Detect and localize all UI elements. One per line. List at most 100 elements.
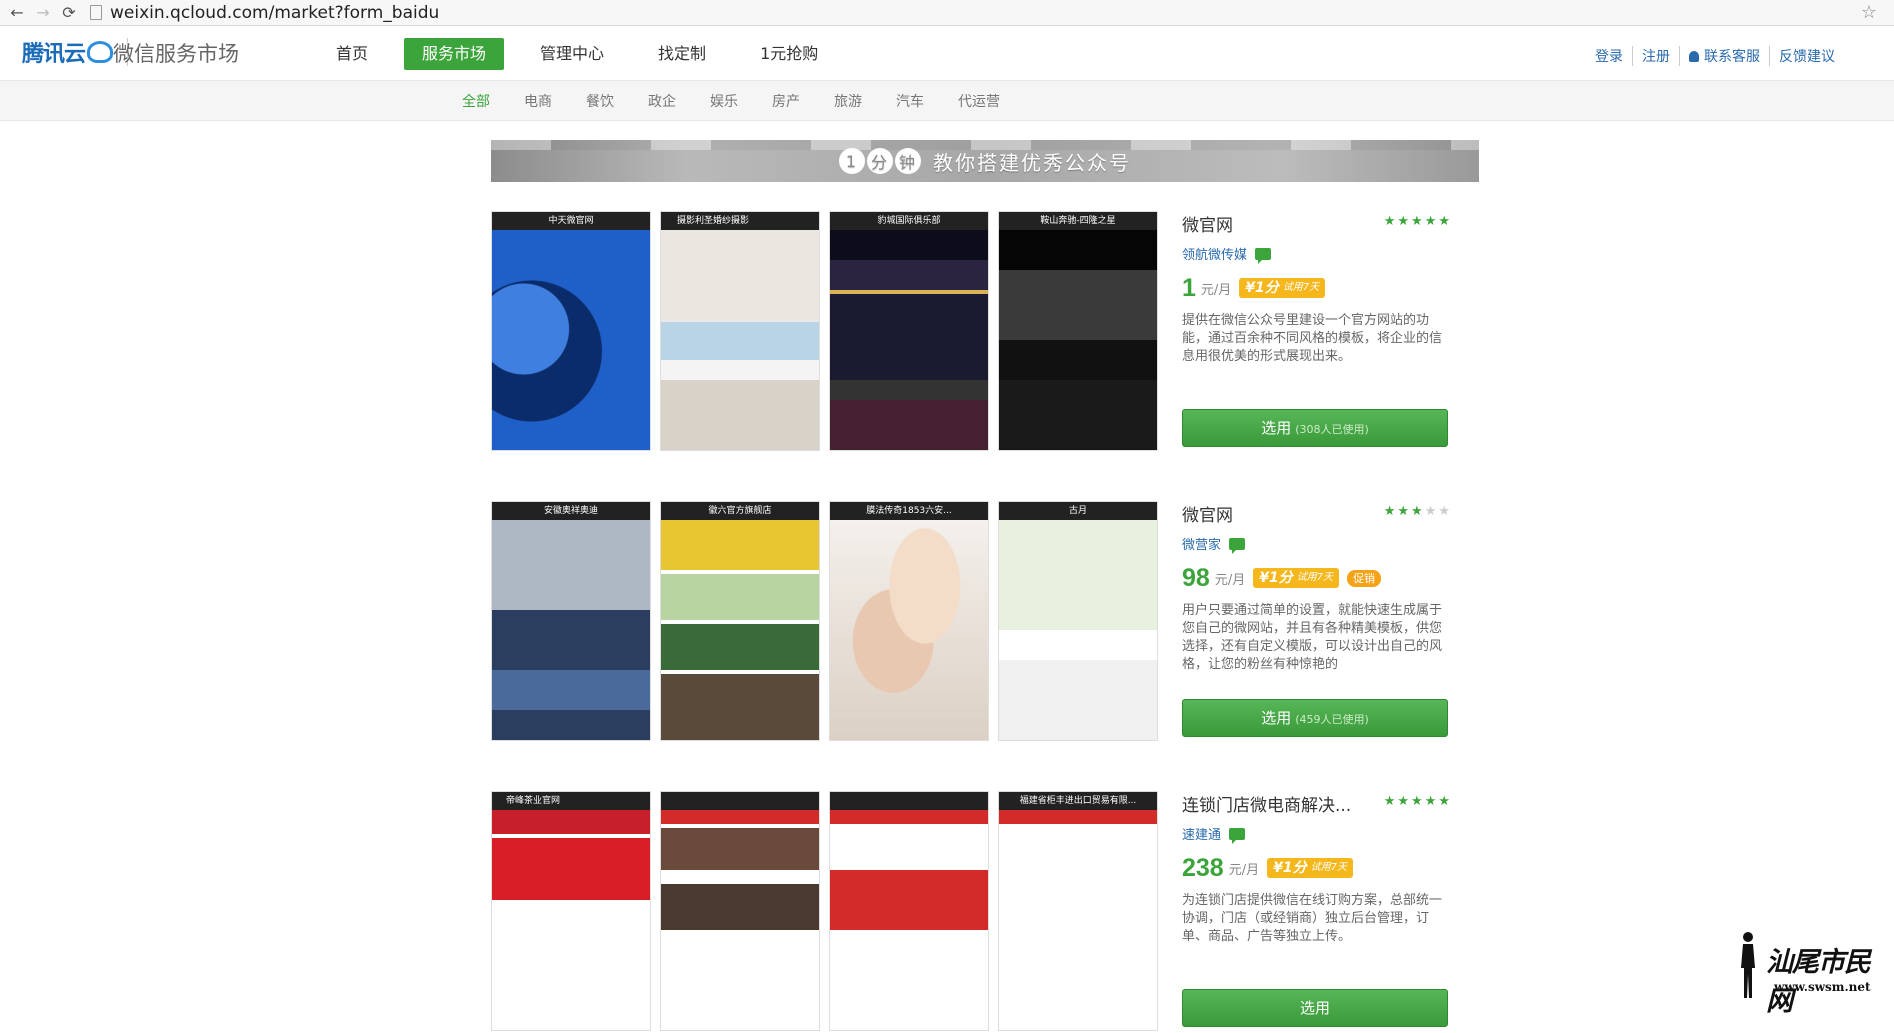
- star-icon: ★: [1411, 214, 1423, 229]
- rating-stars: ★ ★ ★ ★ ★: [1382, 795, 1450, 808]
- template-thumbnail[interactable]: 福建省柜丰进出口贸易有限...: [998, 791, 1158, 1031]
- site-header: 腾讯云 微信服务市场 首页 服务市场 管理中心 找定制 1元抢购 登录 注册 联…: [0, 26, 1894, 81]
- template-thumbnail[interactable]: 豹城国际俱乐部: [829, 211, 989, 451]
- price-unit: 元/月: [1200, 282, 1232, 298]
- banner-char: 钟: [895, 148, 921, 174]
- category-entertainment[interactable]: 娱乐: [710, 91, 738, 111]
- nav-one-yuan-deal[interactable]: 1元抢购: [742, 38, 836, 70]
- category-bar: 全部 电商 餐饮 政企 娱乐 房产 旅游 汽车 代运营: [0, 81, 1894, 121]
- nav-management-center[interactable]: 管理中心: [522, 38, 622, 70]
- template-thumbnail[interactable]: 中天微官网: [491, 211, 651, 451]
- product-description: 为连锁门店提供微信在线订购方案，总部统一协调，门店（或经销商）独立后台管理，订单…: [1182, 893, 1443, 944]
- register-link[interactable]: 注册: [1632, 46, 1679, 66]
- nav-find-custom[interactable]: 找定制: [640, 38, 724, 70]
- template-thumbnail[interactable]: 徽六官方旗舰店: [660, 501, 820, 741]
- logo-text: 腾讯云: [22, 41, 86, 66]
- banner-text-group: 1 分 钟 教你搭建优秀公众号: [839, 147, 1131, 176]
- template-thumbnail[interactable]: 膜法传奇1853六安...: [829, 501, 989, 741]
- vendor-link[interactable]: 速建通: [1182, 824, 1221, 843]
- nav-service-market[interactable]: 服务市场: [404, 38, 505, 70]
- site-name: 微信服务市场: [113, 42, 239, 66]
- promo-banner[interactable]: 1 分 钟 教你搭建优秀公众号: [491, 140, 1479, 182]
- main-nav: 首页 服务市场 管理中心 找定制 1元抢购: [318, 38, 854, 70]
- category-all[interactable]: 全部: [462, 91, 490, 111]
- star-icon: ★: [1397, 794, 1410, 809]
- category-agency[interactable]: 代运营: [958, 91, 1000, 111]
- template-thumbnail[interactable]: [660, 791, 820, 1031]
- thumbnail-title: 徽六官方旗舰店: [661, 502, 819, 520]
- watermark-text: 汕尾市民网: [1766, 947, 1871, 1017]
- thumbnail-title: 帝峰茶业官网: [492, 792, 650, 810]
- price-row: 238 元/月 ¥1分 试用7天: [1182, 854, 1450, 882]
- forward-arrow-icon[interactable]: →: [32, 2, 54, 24]
- nav-home[interactable]: 首页: [318, 38, 386, 70]
- thumbnail-title: 中天微官网: [492, 212, 650, 230]
- browser-toolbar: ← → ⟳ weixin.qcloud.com/market?form_baid…: [0, 0, 1894, 26]
- thumbnail-title: 古月: [999, 502, 1157, 520]
- price-unit: 元/月: [1214, 572, 1246, 588]
- man-silhouette-icon: [1741, 932, 1755, 998]
- star-icon: ★: [1424, 794, 1437, 809]
- reload-icon[interactable]: ⟳: [58, 2, 80, 24]
- cloud-logo-icon: [87, 41, 114, 63]
- template-thumbnail[interactable]: 古月: [998, 501, 1158, 741]
- page-icon: [90, 5, 102, 20]
- product-description: 用户只要通过简单的设置，就能快速生成属于您自己的微网站，并且有各种精美模板，供您…: [1182, 603, 1443, 672]
- star-icon: ★: [1383, 794, 1396, 809]
- address-bar[interactable]: weixin.qcloud.com/market?form_baidu: [90, 2, 1858, 24]
- category-ecommerce[interactable]: 电商: [524, 91, 552, 111]
- thumbnail-title: 福建省柜丰进出口贸易有限...: [999, 792, 1157, 810]
- thumbnail-title: 鞍山奔驰-四隆之星: [999, 212, 1157, 230]
- thumbnail-title: 膜法传奇1853六安...: [830, 502, 988, 520]
- star-icon: ★: [1438, 794, 1450, 809]
- product-card: 安徽奥祥奥迪 徽六官方旗舰店 膜法传奇1853六安... 古月 微官网 ★ ★ ★ ★…: [491, 501, 1451, 743]
- select-label: 选用: [1261, 419, 1292, 437]
- vendor-link[interactable]: 微营家: [1182, 534, 1221, 553]
- select-label: 选用: [1299, 999, 1330, 1017]
- template-thumbnail[interactable]: 鞍山奔驰-四隆之星: [998, 211, 1158, 451]
- select-button[interactable]: 选用: [1182, 989, 1448, 1027]
- category-catering[interactable]: 餐饮: [586, 91, 614, 111]
- price-row: 1 元/月 ¥1分 试用7天: [1182, 274, 1450, 302]
- select-button[interactable]: 选用 (308人已使用): [1182, 409, 1448, 447]
- banner-text: 教你搭建优秀公众号: [933, 150, 1131, 175]
- used-count: (308人已使用): [1295, 423, 1369, 436]
- trial-badge: ¥1分 试用7天: [1253, 568, 1340, 588]
- trial-label: 试用7天: [1310, 862, 1347, 873]
- support-link[interactable]: 联系客服: [1679, 46, 1769, 66]
- half-star-icon: ★: [1438, 214, 1450, 229]
- category-government[interactable]: 政企: [648, 91, 676, 111]
- star-icon: ★: [1424, 214, 1437, 229]
- category-auto[interactable]: 汽车: [896, 91, 924, 111]
- chat-icon[interactable]: [1229, 827, 1246, 844]
- thumbnail-title: [830, 792, 988, 810]
- chat-icon[interactable]: [1255, 247, 1272, 264]
- product-info: 微官网 ★ ★ ★ ★ ★ 领航微传媒 1 元/月 ¥1分 试用7天 提供在微信公众号里建…: [1182, 211, 1450, 447]
- template-thumbnail[interactable]: 帝峰茶业官网: [491, 791, 651, 1031]
- watermark-url: www.swsm.net: [1774, 980, 1871, 994]
- trial-label: 试用7天: [1282, 282, 1320, 293]
- feedback-link[interactable]: 反馈建议: [1769, 46, 1844, 66]
- chat-icon[interactable]: [1229, 537, 1246, 554]
- back-arrow-icon[interactable]: ←: [6, 2, 28, 24]
- url-text: weixin.qcloud.com/market?form_baidu: [110, 2, 440, 23]
- vendor: 速建通: [1182, 824, 1450, 844]
- rating-stars: ★ ★ ★ ★ ★: [1382, 505, 1450, 518]
- trial-label: 试用7天: [1296, 572, 1334, 583]
- template-thumbnail[interactable]: [829, 791, 989, 1031]
- vendor-link[interactable]: 领航微传媒: [1182, 244, 1247, 263]
- price-value: 1: [1182, 273, 1196, 302]
- banner-char: 分: [867, 148, 893, 174]
- price-row: 98 元/月 ¥1分 试用7天 促销: [1182, 564, 1450, 592]
- template-thumbnail[interactable]: 安徽奥祥奥迪: [491, 501, 651, 741]
- category-real-estate[interactable]: 房产: [772, 91, 800, 111]
- login-link[interactable]: 登录: [1586, 46, 1632, 66]
- category-travel[interactable]: 旅游: [834, 91, 862, 111]
- trial-price: ¥1分: [1273, 860, 1307, 876]
- bookmark-star-icon[interactable]: ☆: [1858, 2, 1880, 24]
- star-icon: ★: [1383, 214, 1396, 229]
- price-value: 98: [1182, 563, 1210, 592]
- thumbnail-title: 豹城国际俱乐部: [830, 212, 988, 230]
- template-thumbnail[interactable]: 摄影利圣婚纱摄影: [660, 211, 820, 451]
- select-button[interactable]: 选用 (459人已使用): [1182, 699, 1448, 737]
